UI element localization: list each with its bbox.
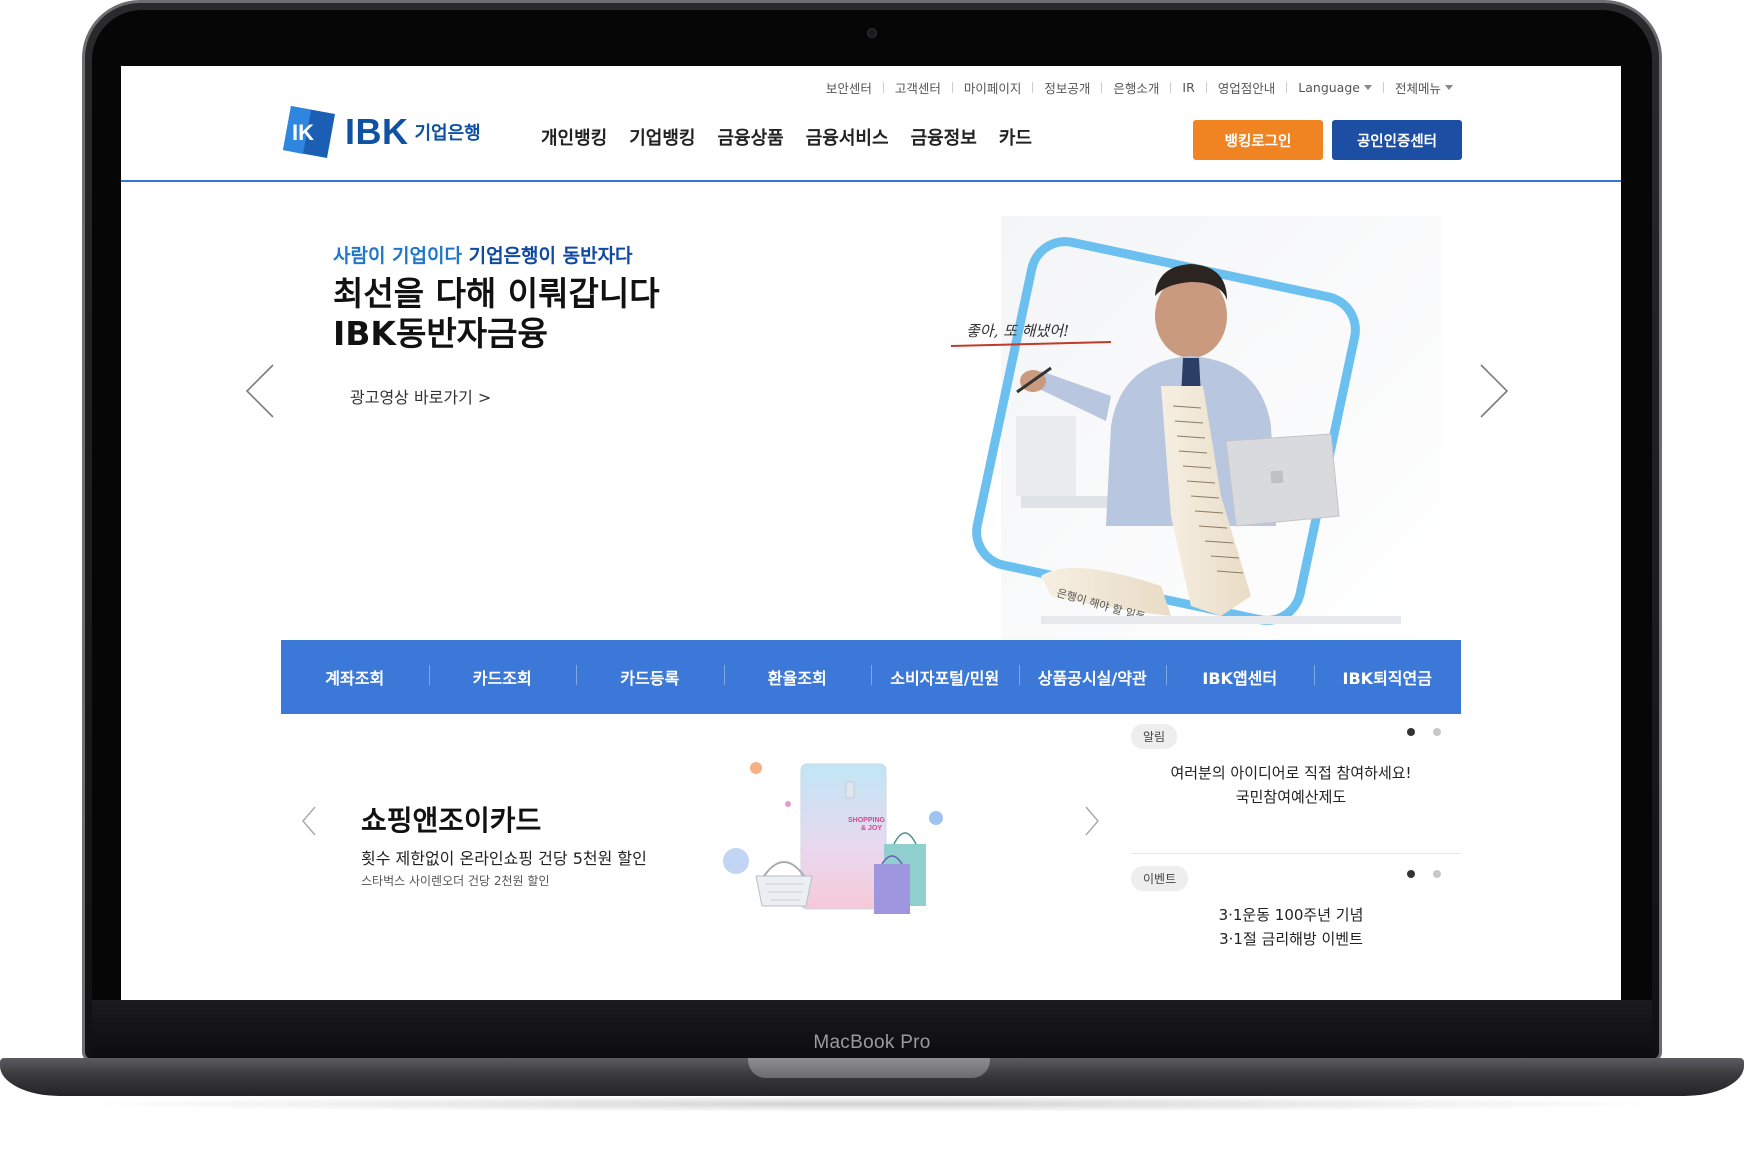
hero-eyebrow-b: 기업은행이 동반자다 — [468, 245, 633, 267]
quick-retirement-pension[interactable]: IBK퇴직연금 — [1313, 665, 1462, 689]
util-link-about[interactable]: 은행소개 — [1113, 78, 1159, 97]
quick-card-registration[interactable]: 카드등록 — [576, 665, 724, 689]
hero-title-line1: 최선을 다해 이뤄갑니다 — [333, 274, 660, 313]
util-label: 보안센터 — [825, 81, 872, 96]
nav-card[interactable]: 카드 — [999, 124, 1032, 150]
browser-screen: 보안센터 고객센터 마이페이지 정보공개 은행소개 IR 영업점안내 Langu… — [121, 66, 1621, 1000]
util-language-dropdown[interactable]: Language — [1298, 80, 1372, 95]
chevron-right-icon[interactable] — [1471, 361, 1515, 421]
pagination-dot[interactable] — [1407, 728, 1415, 736]
pagination-dot[interactable] — [1433, 728, 1441, 736]
util-link-security[interactable]: 보안센터 — [826, 78, 872, 97]
util-label: 고객센터 — [894, 81, 941, 96]
quick-exchange-rate[interactable]: 환율조회 — [723, 665, 872, 689]
util-allmenu-dropdown[interactable]: 전체메뉴 — [1395, 78, 1453, 97]
divider — [1205, 82, 1207, 93]
shopping-card-image: SHOPPING & JOY — [723, 762, 943, 914]
pagination-dot[interactable] — [1407, 870, 1415, 878]
notice-line2: 국민참여예산제도 — [1235, 788, 1347, 806]
divider — [1032, 82, 1034, 93]
util-link-ir[interactable]: IR — [1182, 80, 1194, 95]
divider — [1131, 853, 1461, 854]
util-link-customer[interactable]: 고객센터 — [895, 78, 941, 97]
svg-text:SHOPPING: SHOPPING — [848, 817, 886, 824]
divider — [1286, 82, 1288, 93]
util-label: IR — [1182, 80, 1195, 95]
pagination-dot[interactable] — [1433, 870, 1441, 878]
hero-video-link[interactable]: 광고영상 바로가기 > — [350, 384, 491, 408]
notice-pagination — [1389, 728, 1441, 736]
nav-financial-services[interactable]: 금융서비스 — [806, 124, 889, 150]
notice-badge: 알림 — [1131, 724, 1178, 749]
notice-badge: 이벤트 — [1131, 866, 1189, 891]
notice-panel-alert: 알림 여러분의 아이디어로 직접 참여하세요! 국민참여예산제도 — [1131, 724, 1461, 809]
notice-panel-event: 이벤트 3·1운동 100주년 기념 3·1절 금리해방 이벤트 — [1131, 866, 1461, 951]
svg-text:& JOY: & JOY — [861, 825, 882, 832]
nav-corporate-banking[interactable]: 기업뱅킹 — [629, 124, 695, 150]
hero-title: 최선을 다해 이뤄갑니다 IBK동반자금융 — [333, 274, 660, 354]
util-label: 영업점안내 — [1217, 81, 1276, 96]
camera-icon — [867, 28, 877, 38]
divider — [882, 82, 884, 93]
nav-financial-info[interactable]: 금융정보 — [911, 124, 977, 150]
banking-login-button[interactable]: 뱅킹로그인 — [1193, 120, 1323, 160]
promo-title[interactable]: 쇼핑앤조이카드 — [361, 799, 541, 839]
notice-line1: 여러분의 아이디어로 직접 참여하세요! — [1170, 764, 1412, 782]
hero-banner-image: 좋아, 또 해냈어! 은행이 해야 할 일들 — [950, 216, 1441, 646]
global-nav: 개인뱅킹 기업뱅킹 금융상품 금융서비스 금융정보 카드 — [541, 124, 1054, 150]
quick-account-inquiry[interactable]: 계좌조회 — [281, 665, 429, 689]
svg-text:IK: IK — [292, 120, 314, 145]
util-label: 마이페이지 — [963, 81, 1022, 96]
divider — [1170, 82, 1172, 93]
chevron-left-icon[interactable] — [239, 361, 283, 421]
caret-down-icon — [1445, 85, 1453, 90]
device-label: MacBook Pro — [813, 1032, 931, 1053]
quick-product-disclosure[interactable]: 상품공시실/약관 — [1018, 665, 1167, 689]
laptop-shadow — [60, 1096, 1684, 1112]
notice-link[interactable]: 3·1운동 100주년 기념 3·1절 금리해방 이벤트 — [1131, 903, 1461, 951]
laptop-notch — [748, 1058, 990, 1078]
quick-consumer-portal[interactable]: 소비자포털/민원 — [871, 665, 1019, 689]
promo-description: 횟수 제한없이 온라인쇼핑 건당 5천원 할인 — [361, 849, 647, 868]
util-link-mypage[interactable]: 마이페이지 — [964, 78, 1022, 97]
quick-app-center[interactable]: IBK앱센터 — [1166, 665, 1314, 689]
nav-personal-banking[interactable]: 개인뱅킹 — [541, 124, 607, 150]
util-link-branches[interactable]: 영업점안내 — [1218, 78, 1276, 97]
util-label: 은행소개 — [1113, 81, 1160, 96]
nav-financial-products[interactable]: 금융상품 — [718, 124, 784, 150]
logo-subtext: 기업은행 — [414, 123, 481, 144]
header-divider — [121, 180, 1621, 182]
notice-link[interactable]: 여러분의 아이디어로 직접 참여하세요! 국민참여예산제도 — [1131, 761, 1461, 809]
divider — [1382, 82, 1384, 93]
hero-eyebrow-a: 사람이 기업이다 — [333, 245, 469, 267]
ibk-logo[interactable]: IK IBK 기업은행 — [281, 104, 481, 160]
certificate-center-button[interactable]: 공인인증센터 — [1332, 120, 1462, 160]
svg-text:좋아, 또 해냈어!: 좋아, 또 해냈어! — [966, 322, 1069, 340]
chevron-right-icon[interactable] — [1082, 804, 1102, 838]
util-label: Language — [1298, 80, 1360, 95]
quick-menu-bar: 계좌조회 카드조회 카드등록 환율조회 소비자포털/민원 상품공시실/약관 IB… — [281, 640, 1461, 714]
quick-card-inquiry[interactable]: 카드조회 — [428, 665, 577, 689]
caret-down-icon — [1363, 85, 1372, 90]
chevron-left-icon[interactable] — [299, 804, 319, 838]
divider — [951, 82, 953, 93]
utility-menu: 보안센터 고객센터 마이페이지 정보공개 은행소개 IR 영업점안내 Langu… — [826, 78, 1453, 97]
notice-line1: 3·1운동 100주년 기념 — [1218, 906, 1364, 924]
notice-line2: 3·1절 금리해방 이벤트 — [1219, 930, 1363, 948]
hero-eyebrow: 사람이 기업이다 기업은행이 동반자다 — [333, 241, 633, 268]
divider — [1101, 82, 1103, 93]
util-label: 정보공개 — [1044, 81, 1091, 96]
hero-title-line2: IBK동반자금융 — [333, 314, 548, 353]
logo-text: IBK — [345, 111, 409, 152]
logo-mark-icon: IK — [283, 106, 335, 158]
notice-pagination — [1389, 870, 1441, 878]
promo-subtext: 스타벅스 사이렌오더 건당 2천원 할인 — [361, 874, 550, 888]
util-label: 전체메뉴 — [1394, 81, 1441, 96]
util-link-disclosure[interactable]: 정보공개 — [1044, 78, 1090, 97]
